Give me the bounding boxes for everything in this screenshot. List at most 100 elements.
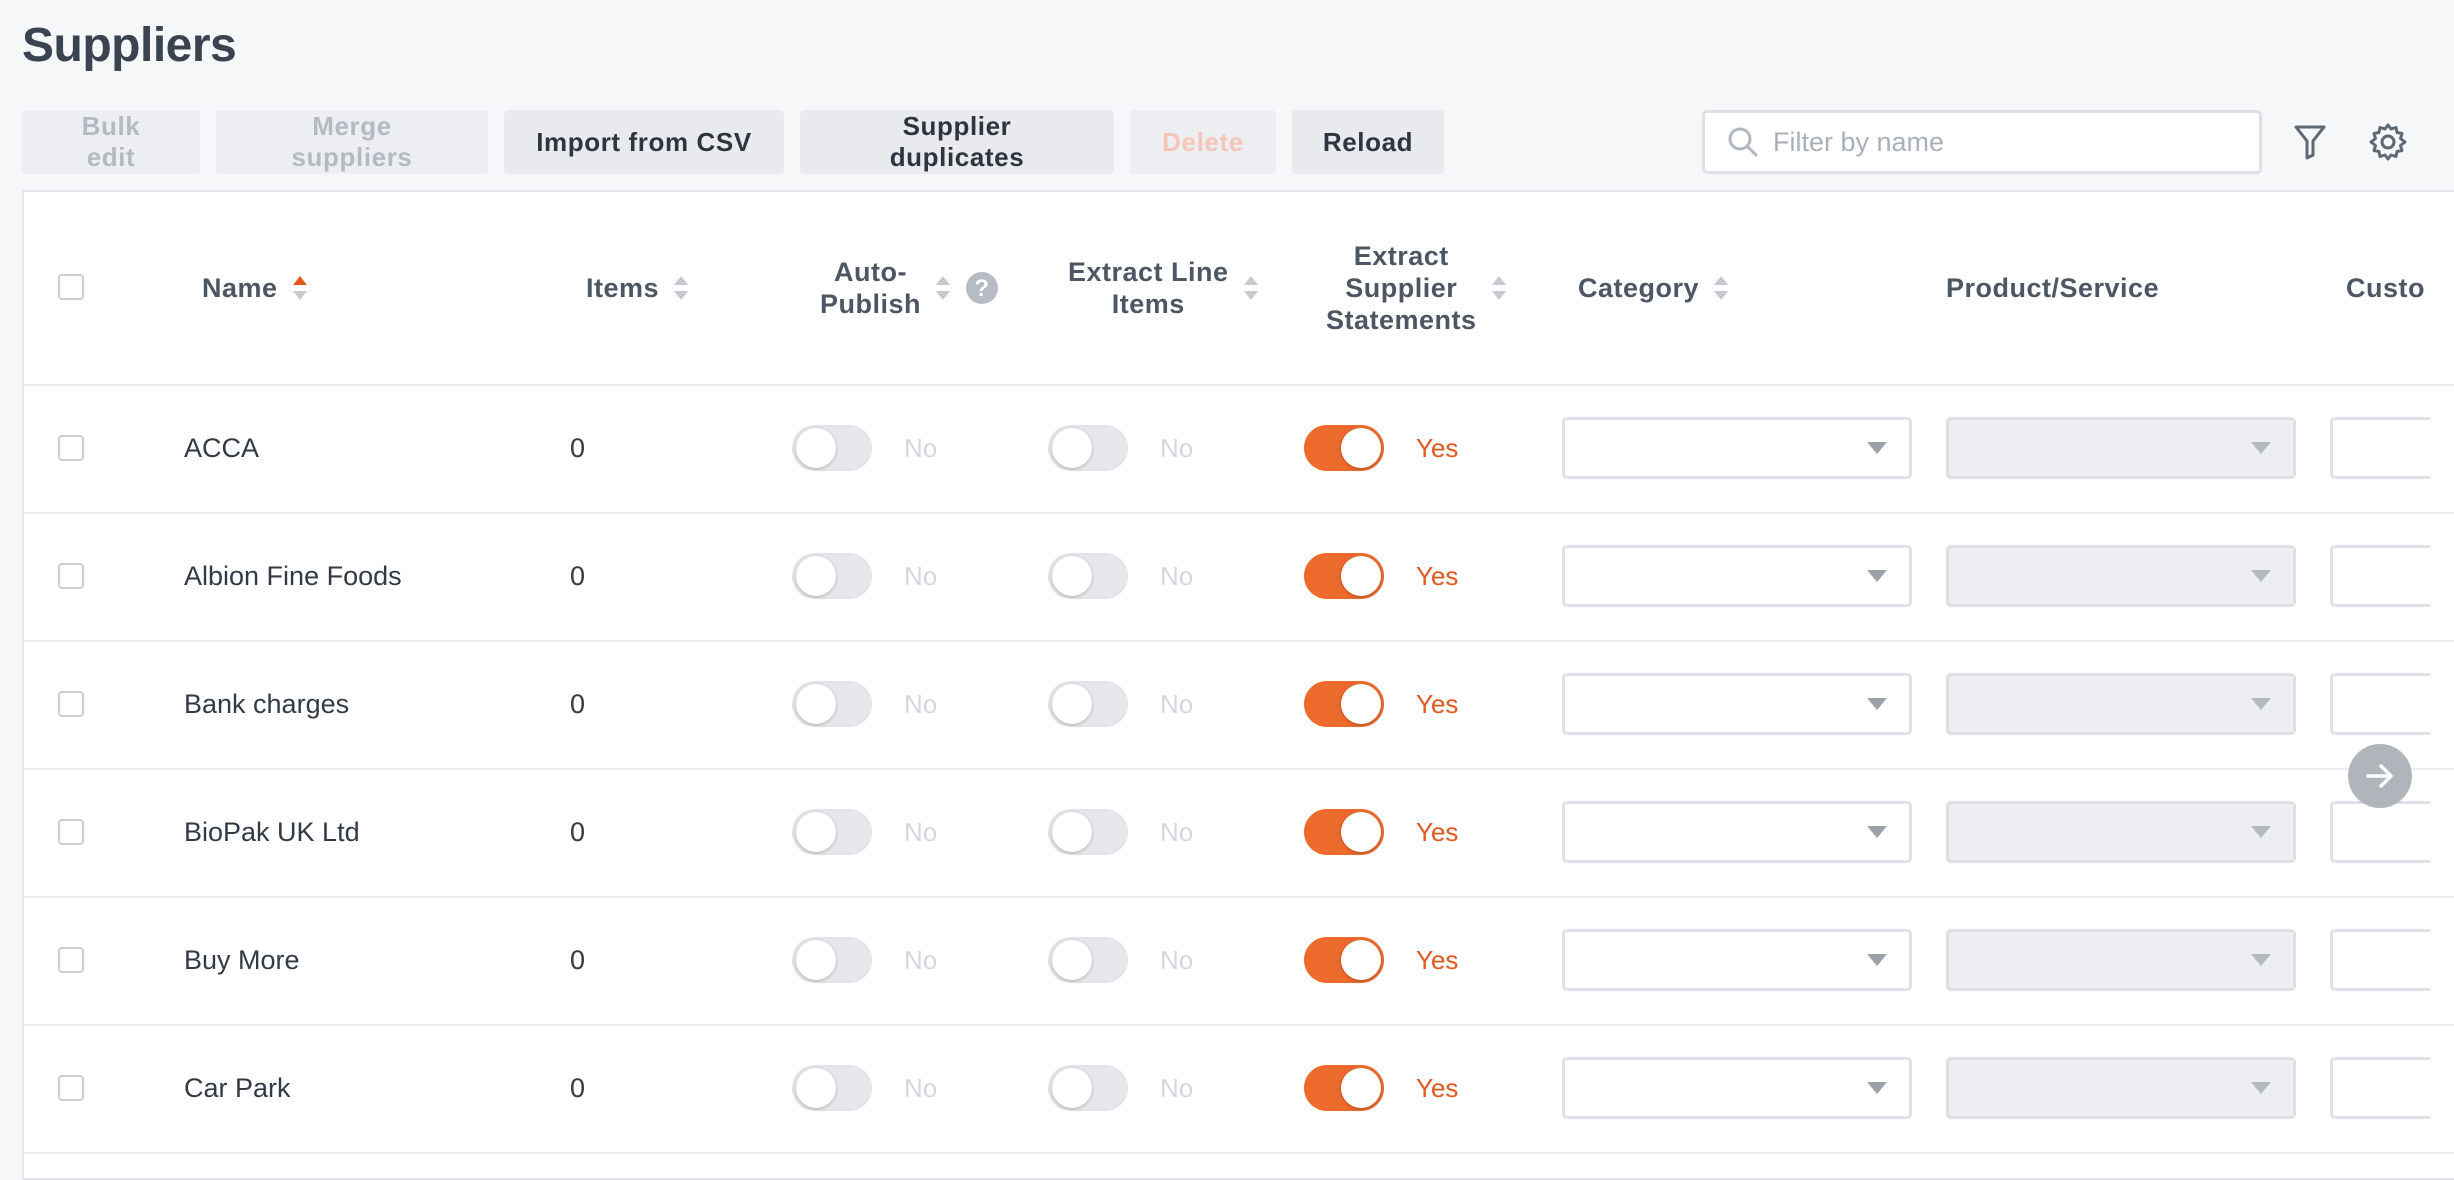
custom-field[interactable]: [2330, 1057, 2430, 1119]
auto-publish-toggle[interactable]: [792, 937, 872, 983]
toggle-knob: [1052, 1068, 1092, 1108]
category-cell: [1562, 384, 1912, 512]
row-checkbox[interactable]: [58, 1075, 84, 1101]
table-row: Buy More 0 No No Yes: [24, 896, 2454, 1026]
help-icon[interactable]: ?: [965, 271, 999, 305]
category-select[interactable]: [1562, 673, 1912, 735]
row-checkbox[interactable]: [58, 563, 84, 589]
column-header-custom: Custo: [2346, 192, 2425, 384]
toggle-knob: [1341, 940, 1381, 980]
extract-statements-cell: Yes: [1304, 1024, 1458, 1152]
custom-field[interactable]: [2330, 417, 2430, 479]
toggle-knob: [796, 684, 836, 724]
row-checkbox[interactable]: [58, 819, 84, 845]
supplier-name[interactable]: Bank charges: [184, 640, 349, 768]
row-checkbox[interactable]: [58, 435, 84, 461]
category-select[interactable]: [1562, 1057, 1912, 1119]
extract-statements-cell: Yes: [1304, 768, 1458, 896]
extract-statements-toggle[interactable]: [1304, 553, 1384, 599]
product-service-select: [1946, 801, 2296, 863]
column-header-extract-statements[interactable]: Extract Supplier Statements: [1326, 192, 1507, 384]
reload-button[interactable]: Reload: [1292, 110, 1444, 174]
supplier-name[interactable]: BioPak UK Ltd: [184, 768, 360, 896]
extract-line-items-toggle[interactable]: [1048, 553, 1128, 599]
extract-line-items-status: No: [1160, 1072, 1194, 1103]
auto-publish-toggle[interactable]: [792, 425, 872, 471]
extract-statements-toggle[interactable]: [1304, 681, 1384, 727]
arrow-right-icon: [2366, 764, 2393, 788]
extract-statements-toggle[interactable]: [1304, 1065, 1384, 1111]
supplier-name[interactable]: Buy More: [184, 896, 300, 1024]
column-header-items[interactable]: Items: [586, 192, 689, 384]
toggle-knob: [1341, 812, 1381, 852]
extract-statements-toggle[interactable]: [1304, 809, 1384, 855]
filter-icon[interactable]: [2288, 120, 2332, 164]
column-header-name[interactable]: Name: [202, 192, 308, 384]
items-count: 0: [570, 1072, 586, 1103]
product-service-cell: [1946, 384, 2296, 512]
product-service-cell: [1946, 1024, 2296, 1152]
extract-statements-toggle[interactable]: [1304, 425, 1384, 471]
extract-line-items-toggle[interactable]: [1048, 1065, 1128, 1111]
delete-button[interactable]: Delete: [1130, 110, 1276, 174]
extract-statements-status: Yes: [1416, 944, 1459, 975]
supplier-name[interactable]: ACCA: [184, 384, 259, 512]
extract-line-items-toggle[interactable]: [1048, 425, 1128, 471]
table-row: BioPak UK Ltd 0 No No Yes: [24, 768, 2454, 898]
custom-field[interactable]: [2330, 929, 2430, 991]
row-checkbox[interactable]: [58, 691, 84, 717]
items-count: 0: [570, 560, 586, 591]
product-service-select: [1946, 929, 2296, 991]
extract-line-items-cell: No: [1048, 896, 1193, 1024]
category-select[interactable]: [1562, 545, 1912, 607]
product-service-select: [1946, 673, 2296, 735]
extract-statements-toggle[interactable]: [1304, 937, 1384, 983]
column-header-extract-line-items[interactable]: Extract Line Items: [1068, 192, 1259, 384]
select-all-checkbox[interactable]: [58, 274, 84, 300]
auto-publish-toggle[interactable]: [792, 1065, 872, 1111]
auto-publish-toggle[interactable]: [792, 681, 872, 727]
extract-statements-status: Yes: [1416, 816, 1459, 847]
sort-icon: [1491, 276, 1506, 300]
toggle-knob: [796, 428, 836, 468]
gear-icon[interactable]: [2366, 120, 2410, 164]
auto-publish-status: No: [904, 1072, 938, 1103]
merge-suppliers-button[interactable]: Merge suppliers: [216, 110, 488, 174]
extract-line-items-toggle[interactable]: [1048, 937, 1128, 983]
row-checkbox[interactable]: [58, 947, 84, 973]
product-service-cell: [1946, 512, 2296, 640]
category-select[interactable]: [1562, 929, 1912, 991]
product-service-select: [1946, 417, 2296, 479]
column-header-label: Extract Supplier Statements: [1326, 241, 1477, 335]
column-header-category[interactable]: Category: [1578, 192, 1729, 384]
column-header-auto-publish[interactable]: Auto- Publish ?: [820, 192, 999, 384]
import-csv-button[interactable]: Import from CSV: [504, 110, 784, 174]
custom-cell: [2330, 512, 2430, 640]
scroll-right-button[interactable]: [2348, 744, 2412, 808]
supplier-name[interactable]: Car Park: [184, 1024, 291, 1152]
auto-publish-cell: No: [792, 640, 937, 768]
column-header-label: Category: [1578, 273, 1700, 303]
toggle-knob: [1052, 428, 1092, 468]
extract-line-items-toggle[interactable]: [1048, 809, 1128, 855]
toggle-knob: [1052, 556, 1092, 596]
auto-publish-toggle[interactable]: [792, 809, 872, 855]
chevron-down-icon: [2251, 826, 2271, 838]
category-select[interactable]: [1562, 801, 1912, 863]
custom-field[interactable]: [2330, 673, 2430, 735]
toggle-knob: [1341, 1068, 1381, 1108]
category-select[interactable]: [1562, 417, 1912, 479]
custom-field[interactable]: [2330, 545, 2430, 607]
table-row: ACCA 0 No No Yes: [24, 384, 2454, 514]
bulk-edit-button[interactable]: Bulk edit: [22, 110, 200, 174]
search-input[interactable]: [1771, 125, 2215, 159]
auto-publish-toggle[interactable]: [792, 553, 872, 599]
extract-line-items-toggle[interactable]: [1048, 681, 1128, 727]
sort-icon: [674, 276, 689, 300]
chevron-down-icon: [2251, 1082, 2271, 1094]
supplier-duplicates-button[interactable]: Supplier duplicates: [800, 110, 1114, 174]
custom-field[interactable]: [2330, 801, 2430, 863]
supplier-name[interactable]: Albion Fine Foods: [184, 512, 402, 640]
extract-line-items-cell: No: [1048, 512, 1193, 640]
toggle-knob: [1052, 940, 1092, 980]
